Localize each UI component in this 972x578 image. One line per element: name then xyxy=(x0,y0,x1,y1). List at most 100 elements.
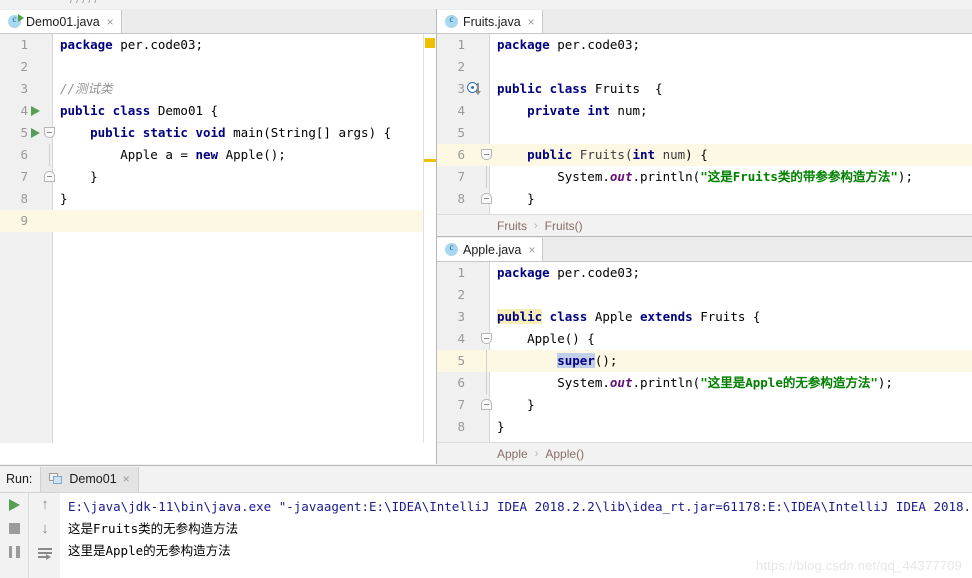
editor-pane-fruits: Fruits.java × 1 package per.code03; 2 3 xyxy=(437,9,972,236)
close-icon[interactable]: × xyxy=(526,16,535,28)
code-line: 2 xyxy=(437,284,972,306)
line-number: 4 xyxy=(457,103,465,118)
fold-close-icon[interactable] xyxy=(481,193,492,204)
console-command-line: E:\java\jdk-11\bin\java.exe "-javaagent:… xyxy=(68,499,972,514)
tabbar-empty-area xyxy=(542,10,972,33)
fold-region-line xyxy=(486,350,487,372)
comment-token: //测试类 xyxy=(60,81,113,96)
gutter-icons xyxy=(465,372,489,394)
line-content: public class Demo01 { xyxy=(60,103,219,118)
overridden-member-icon[interactable] xyxy=(467,82,481,96)
line-number: 4 xyxy=(20,103,28,118)
play-icon[interactable] xyxy=(8,499,20,511)
line-content: public class Fruits { xyxy=(497,81,663,96)
line-content: Apple a = new Apple(); xyxy=(60,147,286,162)
line-content: private int num; xyxy=(527,103,648,118)
tabbar-empty-area xyxy=(543,238,972,261)
line-number: 1 xyxy=(20,37,28,52)
fold-close-icon[interactable] xyxy=(44,171,55,182)
code-line: 4 public class Demo01 { xyxy=(0,100,436,122)
line-number: 3 xyxy=(20,81,28,96)
java-class-icon xyxy=(445,14,458,28)
code-line: 4 Apple() { xyxy=(437,328,972,350)
close-icon[interactable]: × xyxy=(526,244,535,256)
code-line: 8 } xyxy=(437,416,972,438)
gutter-icons xyxy=(28,144,52,166)
fold-close-icon[interactable] xyxy=(481,399,492,410)
line-number: 3 xyxy=(457,81,465,96)
line-content: package per.code03; xyxy=(497,37,640,52)
code-line: 5 xyxy=(437,122,972,144)
code-line: 1 package per.code03; xyxy=(437,262,972,284)
marker-scrollbar-demo01[interactable] xyxy=(423,34,436,443)
code-line: 6 Apple a = new Apple(); xyxy=(0,144,436,166)
top-breadcrumb-strip: / / / / / xyxy=(0,0,972,9)
fold-open-icon[interactable] xyxy=(481,333,492,344)
tabbar-empty-area xyxy=(121,10,436,33)
line-content: super(); xyxy=(557,353,618,368)
stop-square-icon[interactable] xyxy=(8,523,20,534)
code-line: 7 } xyxy=(437,394,972,416)
run-toolbar-secondary: ↑ ↓ xyxy=(28,493,61,578)
close-icon[interactable]: × xyxy=(105,16,114,28)
tab-demo01-java[interactable]: Demo01.java × xyxy=(0,10,122,33)
gutter-icons[interactable] xyxy=(465,78,489,100)
code-line-caret: 9 xyxy=(0,210,436,232)
line-number: 5 xyxy=(457,125,465,140)
code-area-demo01[interactable]: 1 package per.code03; 2 3 //测试类 4 public… xyxy=(0,34,436,443)
chevron-right-icon: › xyxy=(534,220,538,232)
code-line: 8 } xyxy=(437,188,972,210)
line-content: } xyxy=(60,191,68,206)
code-line: 5 public static void main(String[] args)… xyxy=(0,122,436,144)
line-content: } xyxy=(497,419,505,434)
code-line: 2 xyxy=(437,56,972,78)
arrow-down-icon[interactable]: ↓ xyxy=(41,521,49,536)
highlighted-identifier: public xyxy=(497,309,543,324)
line-number: 1 xyxy=(457,265,465,280)
idea-window: / / / / / Demo01.java × 1 package per.co… xyxy=(0,0,972,578)
arrow-up-icon[interactable]: ↑ xyxy=(41,497,49,512)
run-tab-label: Demo01 xyxy=(69,472,117,486)
close-icon[interactable]: × xyxy=(123,472,130,486)
gutter-icons[interactable] xyxy=(465,328,492,350)
gutter-icons[interactable] xyxy=(465,188,492,210)
gutter-icons xyxy=(465,350,489,372)
wrap-lines-icon[interactable] xyxy=(38,547,52,560)
tab-label: Demo01.java xyxy=(26,14,100,29)
line-number: 9 xyxy=(0,210,28,232)
editor-pane-demo01: Demo01.java × 1 package per.code03; 2 3 … xyxy=(0,9,436,464)
tab-fruits-java[interactable]: Fruits.java × xyxy=(437,10,543,33)
run-tab-demo01[interactable]: Demo01 × xyxy=(40,466,139,492)
breadcrumb-item-class[interactable]: Apple xyxy=(497,447,528,461)
line-content: public static void main(String[] args) { xyxy=(90,125,392,140)
gutter-icons[interactable] xyxy=(465,144,492,166)
code-line: 2 xyxy=(0,56,436,78)
gutter-icons[interactable] xyxy=(465,394,492,416)
breadcrumb-item-class[interactable]: Fruits xyxy=(497,219,527,233)
string-literal: "这是Fruits类的带参参构造方法" xyxy=(700,169,898,184)
line-number: 5 xyxy=(20,125,28,140)
console-output-line: 这是Fruits类的无参构造方法 xyxy=(68,521,239,536)
code-area-apple[interactable]: 1 package per.code03; 2 3 public class A… xyxy=(437,262,972,464)
line-content: System.out.println("这是Fruits类的带参参构造方法"); xyxy=(497,169,913,184)
run-method-icon[interactable] xyxy=(31,128,40,138)
fold-open-icon[interactable] xyxy=(44,127,55,138)
line-number: 7 xyxy=(457,169,465,184)
fold-region-line xyxy=(486,372,487,394)
line-content: public Fruits(int num) { xyxy=(527,147,708,162)
breadcrumb-item-method[interactable]: Apple() xyxy=(545,447,584,461)
breadcrumb-item-method[interactable]: Fruits() xyxy=(545,219,583,233)
code-line: 7 } xyxy=(0,166,436,188)
gutter-icons[interactable] xyxy=(28,100,52,122)
warning-marker[interactable] xyxy=(425,38,435,48)
fold-open-icon[interactable] xyxy=(481,149,492,160)
tab-apple-java[interactable]: Apple.java × xyxy=(437,238,544,261)
pause-icon[interactable] xyxy=(8,546,20,558)
code-area-fruits[interactable]: 1 package per.code03; 2 3 public class F… xyxy=(437,34,972,236)
gutter-icons[interactable] xyxy=(28,166,55,188)
line-number: 8 xyxy=(457,191,465,206)
run-tool-window: Run: Demo01 × ↑ ↓ E:\java\jdk-11\bin\jav… xyxy=(0,465,972,578)
gutter-icons[interactable] xyxy=(28,122,55,144)
gutter-icons xyxy=(465,166,489,188)
run-class-icon[interactable] xyxy=(31,106,40,116)
